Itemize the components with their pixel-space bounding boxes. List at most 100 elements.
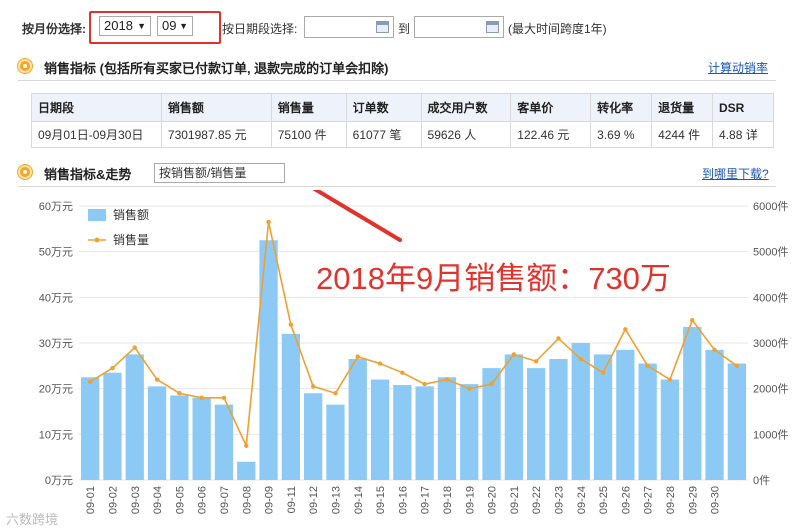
line-point xyxy=(623,327,628,332)
date-range-label: 按日期段选择: xyxy=(222,22,298,36)
bar xyxy=(326,404,345,480)
x-tick-label: 09-24 xyxy=(576,486,588,514)
table-cell: 4244 件 xyxy=(651,121,714,148)
table-cell: 122.46 元 xyxy=(510,121,592,148)
line-point xyxy=(221,395,227,400)
bar xyxy=(415,386,434,480)
x-tick-label: 09-20 xyxy=(487,486,499,514)
download-help-link[interactable]: 到哪里下载? xyxy=(702,165,769,182)
legend-label: 销售额 xyxy=(113,207,149,222)
metrics-section-header: 销售指标 (包括所有买家已付款订单, 退款完成的订单会扣除) 计算动销率 xyxy=(18,57,778,77)
calendar-icon[interactable] xyxy=(486,21,499,33)
annotation-arrow-shaft xyxy=(312,190,402,242)
bar xyxy=(504,354,523,480)
line-point xyxy=(132,345,137,350)
bar xyxy=(103,372,122,480)
calc-sell-through-link[interactable]: 计算动销率 xyxy=(708,59,768,76)
line-point xyxy=(712,347,717,353)
x-tick-label: 09-08 xyxy=(241,486,253,514)
x-tick-label: 09-22 xyxy=(531,486,543,514)
y-left-tick-label: 0万元 xyxy=(45,475,73,487)
line-point xyxy=(400,370,405,375)
x-tick-label: 09-19 xyxy=(464,486,476,514)
line-point xyxy=(690,317,695,323)
y-left-tick-label: 20万元 xyxy=(39,384,73,396)
trend-section-title: 销售指标&走势 xyxy=(44,167,132,182)
x-tick-label: 09-27 xyxy=(643,486,655,514)
y-right-tick-label: 2000件 xyxy=(753,383,788,396)
line-point xyxy=(511,352,517,357)
calendar-icon[interactable] xyxy=(376,21,389,33)
bar xyxy=(549,358,568,480)
y-right-tick-label: 4000件 xyxy=(753,291,788,304)
line-point xyxy=(355,354,360,359)
x-tick-label: 09-17 xyxy=(420,486,432,514)
table-header: DSR xyxy=(712,93,774,122)
table-header: 转化率 xyxy=(590,93,653,122)
x-tick-label: 09-25 xyxy=(598,486,610,514)
bar xyxy=(259,240,278,480)
line-point xyxy=(377,361,383,366)
table-cell: 09月01日-09月30日 xyxy=(31,121,162,148)
table-row: 09月01日-09月30日 7301987.85 元 75100 件 61077… xyxy=(31,121,774,148)
x-tick-label: 09-11 xyxy=(286,486,298,513)
line-point xyxy=(177,391,182,396)
annotation-text: 2018年9月销售额：730万 xyxy=(316,261,671,296)
dsr-cell[interactable]: 4.88 详 xyxy=(712,121,774,148)
x-tick-label: 09-01 xyxy=(85,486,97,514)
table-cell: 75100 件 xyxy=(270,121,347,148)
x-tick-label: 09-12 xyxy=(308,486,320,514)
trend-section-header: 销售指标&走势 到哪里下载? xyxy=(18,163,778,183)
line-point xyxy=(667,377,673,382)
line-point xyxy=(645,363,650,369)
watermark: 六数跨境 xyxy=(6,512,58,527)
line-point xyxy=(444,377,450,382)
line-point xyxy=(333,391,338,396)
filter-row: 按月份选择: 2018 ▼ 09 ▼ 按日期段选择: 到 (最大时间跨度1年) xyxy=(0,11,804,44)
x-tick-label: 09-09 xyxy=(264,486,276,514)
y-right-tick-label: 0件 xyxy=(753,474,770,487)
bar xyxy=(147,386,167,480)
legend-swatch-point xyxy=(94,237,100,243)
bar xyxy=(527,368,546,480)
bar xyxy=(683,327,702,480)
x-tick-label: 09-15 xyxy=(375,486,387,514)
table-header: 销售量 xyxy=(270,93,347,122)
line-point xyxy=(110,365,115,371)
y-right-tick-label: 5000件 xyxy=(753,246,788,259)
x-tick-label: 09-29 xyxy=(687,486,699,514)
metrics-section-title: 销售指标 (包括所有买家已付款订单, 退款完成的订单会扣除) xyxy=(44,61,389,76)
bar xyxy=(237,461,256,480)
metric-select[interactable]: 按销售额/销售量 xyxy=(154,163,285,183)
y-right-tick-label: 3000件 xyxy=(753,337,788,350)
bar xyxy=(705,349,724,480)
x-tick-label: 09-05 xyxy=(174,486,186,514)
sales-trend-chart: 0万元 10万元 20万元 30万元 40万元 50万元 60万元 0件 1000件 2000件… xyxy=(6,190,788,527)
y-left-tick-label: 60万元 xyxy=(39,201,73,213)
line-point xyxy=(288,322,294,327)
divider xyxy=(18,80,776,81)
table-cell: 7301987.85 元 xyxy=(160,121,272,148)
x-tick-label: 09-30 xyxy=(710,486,722,514)
to-label: 到 xyxy=(398,22,411,36)
bar xyxy=(348,358,367,480)
x-tick-label: 09-28 xyxy=(665,486,677,514)
y-left-tick-label: 40万元 xyxy=(39,292,73,304)
line-point xyxy=(489,381,494,387)
table-header-row: 日期段 销售额 销售量 订单数 成交用户数 客单价 转化率 退货量 DSR xyxy=(31,93,774,122)
legend-swatch-bar xyxy=(88,209,106,221)
legend-label: 销售量 xyxy=(113,232,149,247)
metrics-table: 日期段 销售额 销售量 订单数 成交用户数 客单价 转化率 退货量 DSR 09… xyxy=(31,93,774,148)
line-point xyxy=(533,359,539,364)
line-point xyxy=(734,363,740,369)
x-tick-label: 09-26 xyxy=(620,486,632,514)
bar xyxy=(638,363,657,480)
line-point xyxy=(422,381,427,387)
line-point xyxy=(556,336,561,341)
line-point xyxy=(467,386,472,391)
x-tick-label: 09-13 xyxy=(330,486,342,514)
start-date-input[interactable] xyxy=(304,16,394,38)
end-date-input[interactable] xyxy=(414,16,504,38)
line-point xyxy=(154,377,160,382)
x-tick-label: 09-06 xyxy=(197,486,209,514)
